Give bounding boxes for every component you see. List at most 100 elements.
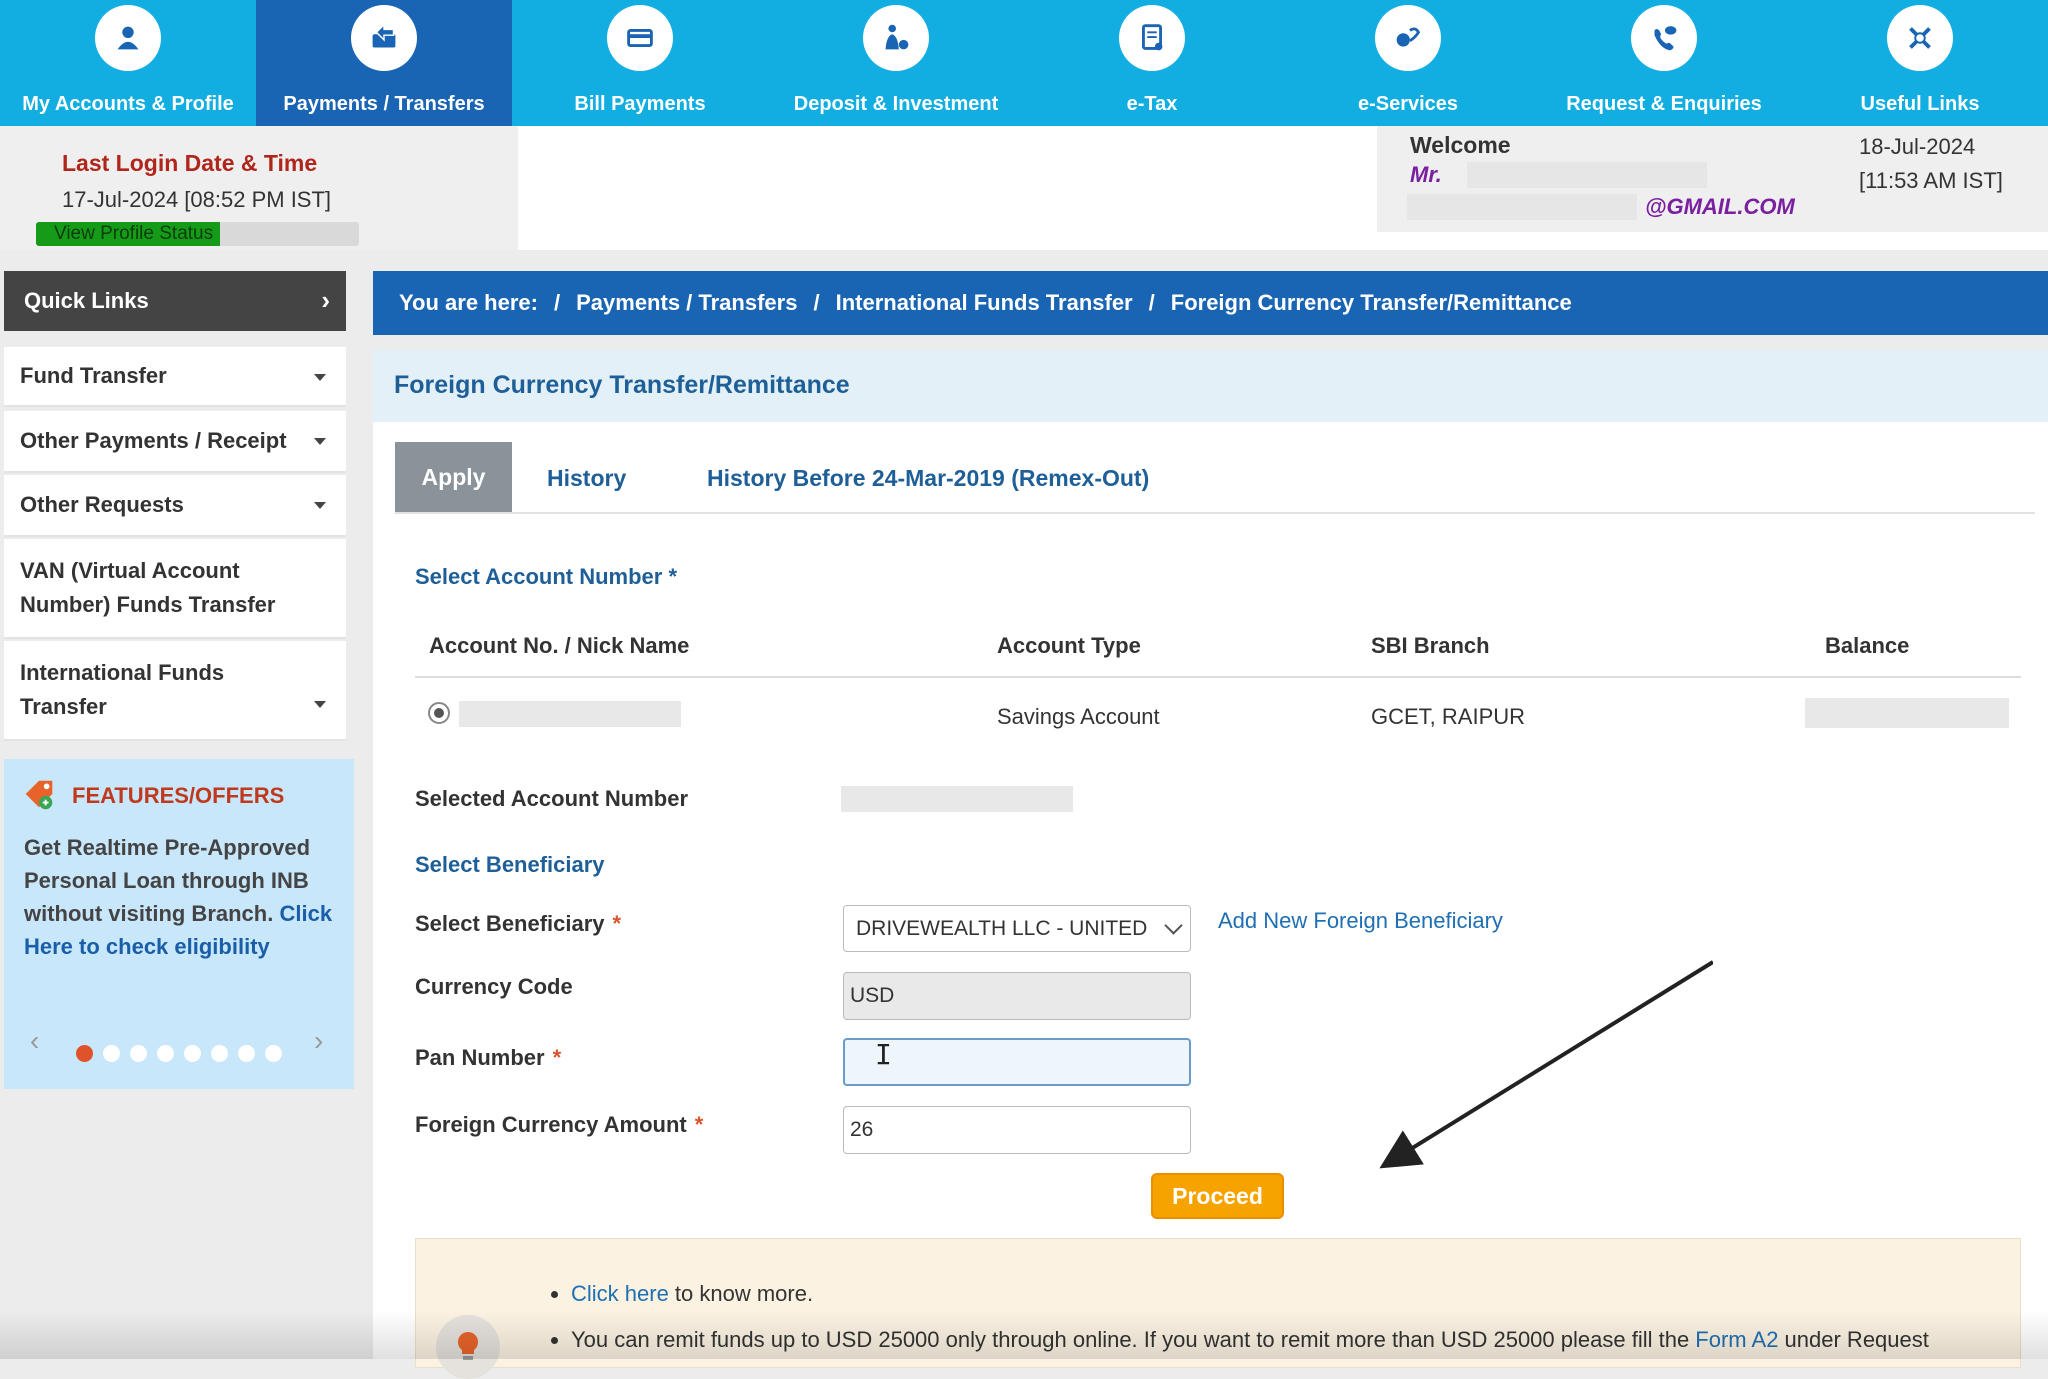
- breadcrumb-prefix: You are here:: [399, 290, 538, 315]
- foreign-currency-amount-field[interactable]: 26: [843, 1106, 1191, 1154]
- nav-bill-payments[interactable]: Bill Payments: [512, 0, 768, 126]
- nav-label: Deposit & Investment: [793, 93, 999, 115]
- carousel-dots: [76, 1045, 282, 1062]
- breadcrumb-item-current: Foreign Currency Transfer/Remittance: [1170, 290, 1572, 315]
- offers-description: Get Realtime Pre-Approved Personal Loan …: [24, 835, 311, 926]
- pan-label-text: Pan Number: [415, 1045, 545, 1070]
- sidebar-item-other-requests[interactable]: Other Requests: [4, 475, 346, 537]
- sidebar-item-other-payments[interactable]: Other Payments / Receipt: [4, 411, 346, 473]
- form-a2-link[interactable]: Form A2: [1695, 1327, 1778, 1352]
- amount-label-text: Foreign Currency Amount: [415, 1112, 687, 1137]
- carousel-dot[interactable]: [130, 1045, 147, 1062]
- carousel-dot[interactable]: [76, 1045, 93, 1062]
- phone-chat-icon: [1631, 5, 1697, 71]
- top-navigation: My Accounts & Profile Payments / Transfe…: [0, 0, 2048, 126]
- breadcrumb-separator: /: [1148, 290, 1155, 315]
- offer-tag-icon: [25, 780, 53, 810]
- sidebar-item-label-line1: International Funds: [20, 660, 225, 685]
- quick-links-header[interactable]: Quick Links ›: [4, 271, 346, 331]
- redacted-balance: [1805, 698, 2009, 728]
- info-item: You can remit funds up to USD 25000 only…: [571, 1317, 1929, 1363]
- nav-my-accounts[interactable]: My Accounts & Profile: [0, 0, 256, 126]
- nav-label: e-Tax: [1126, 93, 1178, 115]
- nav-useful-links[interactable]: Useful Links: [1792, 0, 2048, 126]
- pan-number-label: Pan Number *: [415, 1045, 561, 1071]
- nav-deposit-investment[interactable]: Deposit & Investment: [768, 0, 1024, 126]
- sidebar-item-label-line2: Number) Funds Transfer: [20, 592, 276, 617]
- click-here-link[interactable]: Click here: [571, 1281, 669, 1306]
- sidebar-item-label: Other Payments / Receipt: [20, 428, 287, 453]
- nav-payments-transfers[interactable]: Payments / Transfers: [256, 0, 512, 126]
- breadcrumb-separator: /: [553, 290, 561, 315]
- tools-icon: [1887, 5, 1953, 71]
- nav-e-tax[interactable]: e-Tax: [1024, 0, 1280, 126]
- chevron-right-icon: ›: [321, 285, 330, 315]
- breadcrumb-item-payments[interactable]: Payments / Transfers: [576, 290, 797, 316]
- sidebar-item-fund-transfer[interactable]: Fund Transfer: [4, 347, 346, 407]
- caret-down-icon: [314, 438, 326, 445]
- info-text: You can remit funds up to USD 25000 only…: [571, 1327, 1696, 1352]
- beneficiary-selected-value: DRIVEWEALTH LLC - UNITED: [856, 916, 1148, 940]
- nav-request-enquiries[interactable]: Request & Enquiries: [1536, 0, 1792, 126]
- add-new-beneficiary-link[interactable]: Add New Foreign Beneficiary: [1218, 908, 1503, 934]
- proceed-button[interactable]: Proceed: [1151, 1173, 1284, 1219]
- info-text: under Request: [1778, 1327, 1929, 1352]
- carousel-dot[interactable]: [103, 1045, 120, 1062]
- welcome-panel: Welcome Mr. @GMAIL.COM 18-Jul-2024 [11:5…: [1377, 126, 2048, 232]
- sidebar-item-label: Fund Transfer: [20, 363, 167, 388]
- breadcrumb-separator: /: [813, 290, 820, 315]
- select-account-title: Select Account Number *: [415, 564, 678, 589]
- column-header-type: Account Type: [997, 633, 1141, 658]
- sidebar-item-van-transfer[interactable]: VAN (Virtual Account Number) Funds Trans…: [4, 539, 346, 639]
- amount-value: 26: [850, 1118, 874, 1141]
- chevron-down-icon: [1164, 916, 1183, 935]
- column-header-balance: Balance: [1825, 633, 1910, 658]
- sidebar-item-international-funds[interactable]: International Funds Transfer: [4, 641, 346, 741]
- account-radio[interactable]: [428, 702, 450, 724]
- current-time: [11:53 AM IST]: [1859, 168, 2003, 193]
- carousel-dot[interactable]: [238, 1045, 255, 1062]
- breadcrumb: You are here: / Payments / Transfers / I…: [373, 271, 2048, 335]
- carousel-dot[interactable]: [211, 1045, 228, 1062]
- nav-label: Request & Enquiries: [1566, 93, 1762, 115]
- nav-label: Payments / Transfers: [283, 93, 485, 115]
- profile-status-label: View Profile Status: [54, 223, 214, 244]
- page-title-bar: Foreign Currency Transfer/Remittance: [373, 350, 2048, 422]
- branch-cell: GCET, RAIPUR: [1371, 704, 1526, 729]
- caret-down-icon: [314, 374, 326, 381]
- sidebar-item-label: Other Requests: [20, 492, 184, 517]
- amount-label: Foreign Currency Amount *: [415, 1112, 703, 1138]
- beneficiary-select[interactable]: DRIVEWEALTH LLC - UNITED: [843, 905, 1191, 952]
- breadcrumb-item-international[interactable]: International Funds Transfer: [836, 290, 1133, 316]
- page-title: Foreign Currency Transfer/Remittance: [394, 371, 850, 399]
- money-bag-icon: [863, 5, 929, 71]
- card-icon: [607, 5, 673, 71]
- features-offers-panel: FEATURES/OFFERS Get Realtime Pre-Approve…: [4, 759, 354, 1089]
- user-icon: [95, 5, 161, 71]
- select-beneficiary-title: Select Beneficiary: [415, 852, 605, 877]
- info-item: Click here to know more.: [571, 1271, 1929, 1317]
- info-box: Click here to know more. You can remit f…: [415, 1238, 2021, 1379]
- caret-down-icon: [314, 502, 326, 509]
- carousel-prev-icon[interactable]: ‹: [30, 1025, 39, 1057]
- annotation-arrow-icon: [1379, 960, 1713, 1169]
- carousel-dot[interactable]: [265, 1045, 282, 1062]
- carousel-next-icon[interactable]: ›: [314, 1025, 323, 1057]
- tab-history[interactable]: History: [547, 465, 626, 492]
- carousel-dot[interactable]: [184, 1045, 201, 1062]
- last-login-title: Last Login Date & Time: [62, 150, 318, 176]
- sidebar-item-label-line2: Transfer: [20, 694, 107, 719]
- beneficiary-label: Select Beneficiary *: [415, 911, 621, 937]
- carousel-dot[interactable]: [157, 1045, 174, 1062]
- tab-history-before[interactable]: History Before 24-Mar-2019 (Remex-Out): [707, 465, 1149, 492]
- welcome-title: Welcome: [1410, 132, 1511, 158]
- quick-links-label: Quick Links: [24, 288, 149, 313]
- nav-label: Useful Links: [1860, 93, 1980, 115]
- nav-e-services[interactable]: e-Services: [1280, 0, 1536, 126]
- required-marker: *: [694, 1112, 704, 1137]
- tab-apply[interactable]: Apply: [395, 442, 512, 513]
- pan-number-field[interactable]: [843, 1038, 1191, 1086]
- profile-status-bar[interactable]: View Profile Status: [36, 222, 359, 246]
- offers-text: Get Realtime Pre-Approved Personal Loan …: [24, 831, 344, 963]
- beneficiary-label-text: Select Beneficiary: [415, 911, 605, 936]
